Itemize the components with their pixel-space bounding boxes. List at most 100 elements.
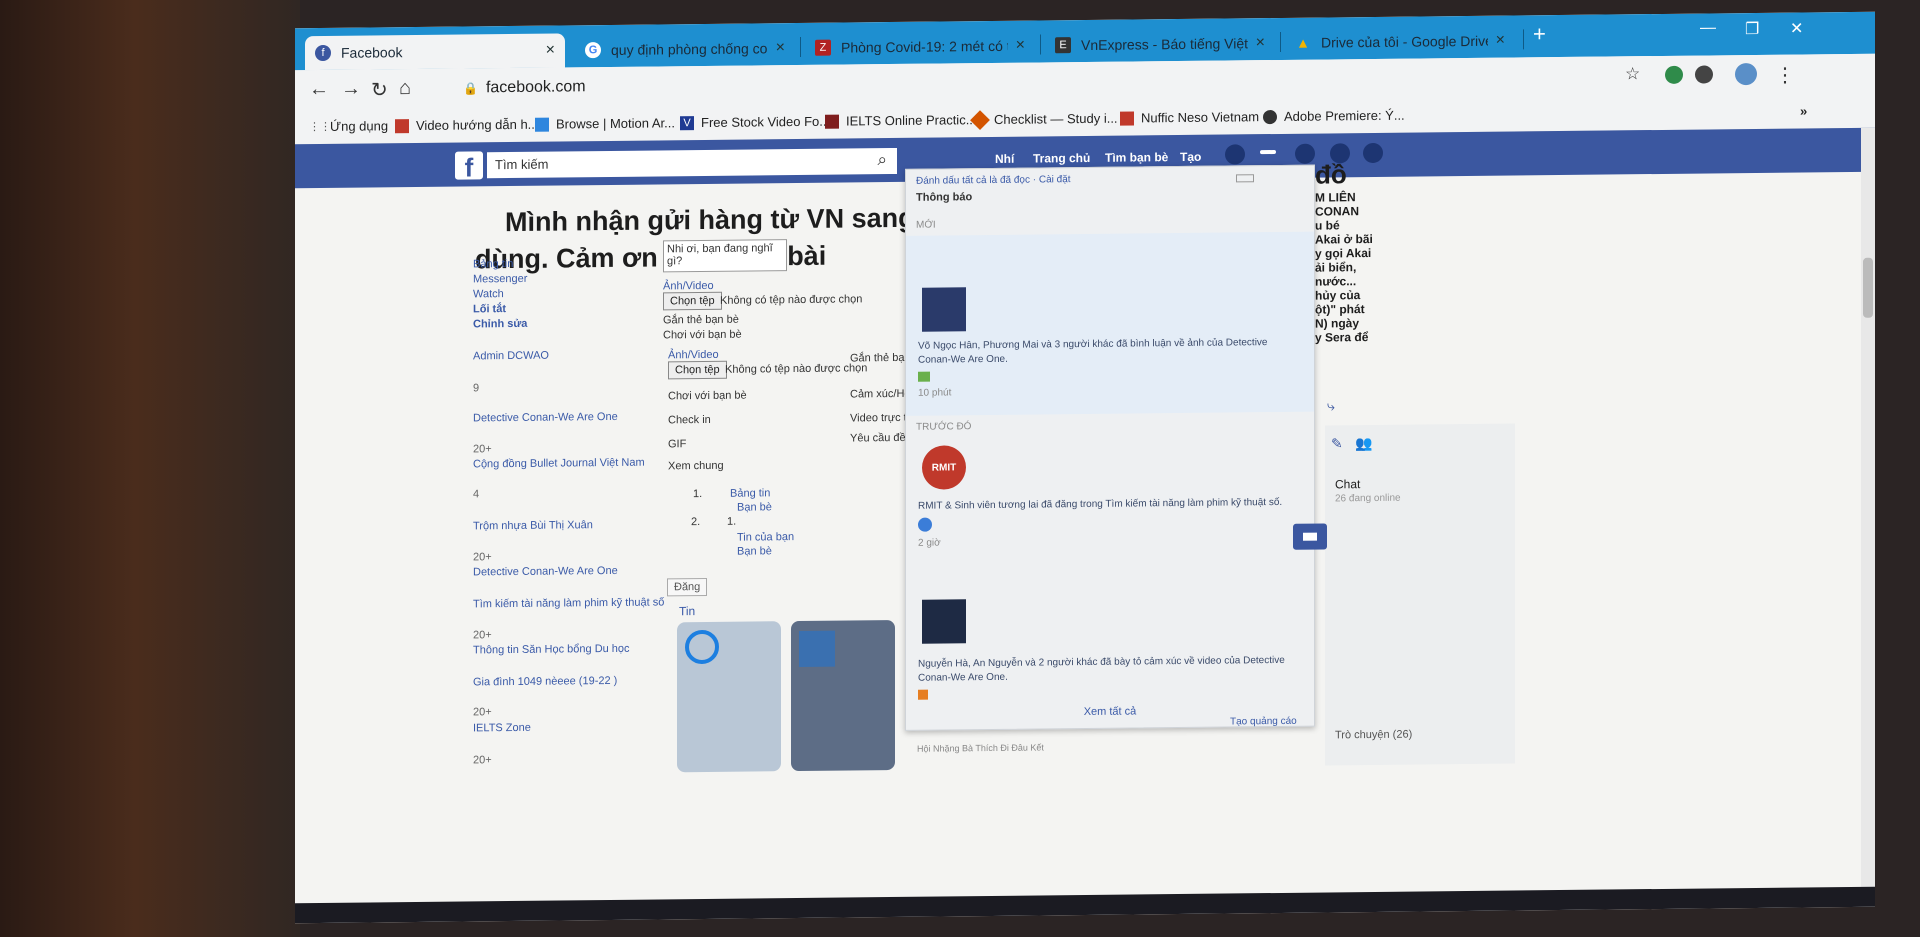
left-nav-edit[interactable]: Chỉnh sửa [473, 318, 527, 331]
feeling-activity-link[interactable]: Cảm xúc/Ho [850, 388, 911, 401]
choose-file-button[interactable]: Chọn tệp [663, 291, 722, 311]
bookmarks-overflow-icon[interactable]: » [1800, 103, 1807, 118]
bookmark-stock-video[interactable]: V Free Stock Video Fo... [680, 114, 830, 131]
notifications-bell-icon[interactable] [1295, 143, 1315, 164]
bookmark-video-guide[interactable]: Video hướng dẫn h... [395, 117, 539, 134]
left-nav-watch[interactable]: Watch [473, 288, 504, 300]
chat-count-label[interactable]: Trò chuyện (26) [1335, 729, 1412, 742]
mark-all-read-link[interactable]: Đánh dấu tất cả là đã đọc · Cài đặt [916, 174, 1071, 187]
nav-create[interactable]: Tạo [1180, 150, 1201, 164]
close-tab-icon[interactable]: × [1016, 37, 1025, 55]
group-link[interactable]: IELTS Zone [473, 722, 531, 735]
home-icon[interactable]: ⌂ [399, 77, 411, 100]
tab-vnexpress[interactable]: E VnExpress - Báo tiếng Việt nh × [1045, 26, 1275, 62]
close-tab-icon[interactable]: × [1496, 32, 1505, 50]
bookmark-label: Video hướng dẫn h... [416, 116, 539, 134]
maximize-icon[interactable]: ❐ [1745, 19, 1759, 39]
bookmark-apps[interactable]: ⋮⋮ Ứng dụng [309, 118, 388, 134]
extension-icon[interactable] [1695, 65, 1713, 84]
group-link[interactable]: Thông tin Săn Học bổng Du học [473, 643, 630, 657]
back-arrow-icon[interactable]: ← [309, 78, 329, 101]
reload-icon[interactable]: ↻ [371, 77, 388, 102]
scrollbar-thumb[interactable] [1863, 257, 1873, 318]
left-nav-messenger[interactable]: Messenger [473, 273, 527, 286]
extension-grammarly-icon[interactable] [1665, 65, 1683, 84]
story-card-create[interactable] [677, 621, 781, 773]
tab-title: Phòng Covid-19: 2 mét có thự [841, 37, 1008, 56]
chat-online-count: 26 đang online [1335, 492, 1401, 505]
earlier-section-label: TRƯỚC ĐÓ [916, 421, 972, 433]
list-link-friends[interactable]: Bạn bè [737, 501, 772, 513]
notification-item[interactable]: Võ Ngọc Hân, Phương Mai và 3 người khác … [906, 231, 1314, 416]
status-composer-input[interactable]: Nhi ơi, bạn đang nghĩ gì? [663, 239, 787, 273]
nuffic-favicon-icon [1120, 110, 1134, 126]
create-ad-link[interactable]: Tạo quảng cáo [1230, 716, 1297, 728]
check-in-link[interactable]: Check in [668, 414, 711, 426]
live-video-link[interactable]: Video trực ti [850, 412, 909, 425]
bookmark-nuffic[interactable]: Nuffic Neso Vietnam [1120, 109, 1259, 125]
group-link[interactable]: Admin DCWAO [473, 350, 549, 363]
choose-file-button[interactable]: Chọn tệp [668, 360, 727, 380]
gif-link[interactable]: GIF [668, 438, 686, 450]
play-with-friends-link[interactable]: Chơi với bạn bè [668, 390, 747, 403]
group-link[interactable]: Tìm kiếm tài năng làm phim kỹ thuật số [473, 596, 664, 610]
group-chat-icon[interactable]: 👥 [1355, 435, 1372, 452]
group-link[interactable]: Detective Conan-We Are One [473, 411, 618, 425]
notification-item[interactable]: RMIT RMIT & Sinh viên tương lai đã đăng … [906, 434, 1314, 558]
play-with-friends-link[interactable]: Chơi với bạn bè [663, 329, 742, 342]
notification-item[interactable]: Nguyễn Hà, An Nguyễn và 2 người khác đã … [906, 576, 1314, 700]
photo-video-link[interactable]: Ảnh/Video [668, 349, 719, 362]
menu-kebab-icon[interactable]: ⋮ [1775, 63, 1795, 88]
nav-profile[interactable]: Nhí [995, 152, 1014, 166]
tag-friends-link[interactable]: Gắn thẻ bạn bè [663, 314, 739, 327]
bookmark-star-icon[interactable]: ☆ [1625, 64, 1640, 84]
search-icon[interactable]: ⌕ [877, 150, 887, 170]
page-scrollbar[interactable] [1861, 127, 1875, 898]
chat-minimized-button[interactable] [1293, 523, 1327, 550]
group-link[interactable]: Detective Conan-We Are One [473, 565, 618, 579]
watch-together-link[interactable]: Xem chung [668, 460, 724, 473]
tag-friends-link[interactable]: Gắn thẻ bạn [850, 352, 911, 365]
close-tab-icon[interactable]: × [1256, 34, 1265, 52]
close-tab-icon[interactable]: × [776, 39, 785, 57]
reaction-icon [918, 689, 928, 700]
bookmark-motion-array[interactable]: Browse | Motion Ar... [535, 115, 675, 132]
list-link-news-feed[interactable]: Bảng tin [730, 487, 770, 499]
nav-find-friends[interactable]: Tìm bạn bè [1105, 150, 1168, 165]
group-count: 20+ [473, 629, 492, 642]
group-link[interactable]: Gia đình 1049 nèeee (19-22 ) [473, 675, 617, 689]
v-favicon-icon: V [680, 115, 694, 130]
minimize-icon[interactable]: — [1700, 19, 1716, 37]
story-avatar [799, 630, 835, 667]
photo-video-link[interactable]: Ảnh/Video [663, 280, 714, 293]
story-card[interactable] [791, 619, 895, 772]
video-favicon-icon [395, 118, 409, 133]
bookmark-checklist[interactable]: Checklist — Study i... [970, 109, 1118, 130]
profile-avatar-icon[interactable] [1735, 62, 1757, 86]
forward-arrow-icon[interactable]: → [341, 78, 361, 101]
tab-google-drive[interactable]: ▲ Drive của tôi - Google Drive × [1285, 23, 1515, 59]
post-button[interactable]: Đăng [667, 577, 708, 597]
tab-google-search[interactable]: G quy định phòng chống corona × [575, 31, 795, 67]
nav-home[interactable]: Trang chủ [1033, 151, 1090, 166]
friend-requests-icon[interactable] [1225, 144, 1245, 165]
group-link[interactable]: Trộm nhựa Bùi Thị Xuân [473, 519, 593, 532]
bookmark-ielts[interactable]: IELTS Online Practic... [825, 112, 977, 129]
group-link[interactable]: Cộng đồng Bullet Journal Việt Nam [473, 457, 645, 471]
tab-zing-news[interactable]: Z Phòng Covid-19: 2 mét có thự × [805, 29, 1035, 65]
list-link-friends[interactable]: Bạn bè [737, 545, 772, 557]
messenger-icon[interactable] [1260, 149, 1276, 155]
bookmark-adobe[interactable]: Adobe Premiere: Ý... [1263, 108, 1405, 124]
window-close-icon[interactable]: ✕ [1790, 18, 1803, 38]
left-nav-news-feed[interactable]: Bảng tin [473, 258, 513, 270]
new-tab-button[interactable]: + [1533, 21, 1546, 47]
list-link-your-story[interactable]: Tin của bạn [737, 531, 794, 544]
compose-icon[interactable]: ✎ [1331, 435, 1343, 452]
close-tab-icon[interactable]: × [546, 42, 555, 60]
collapse-icon[interactable] [1236, 174, 1254, 183]
story-avatar-icon [685, 629, 719, 665]
share-arrow-icon[interactable]: ⤷ [1327, 397, 1335, 414]
tab-facebook[interactable]: f Facebook × [305, 33, 565, 71]
facebook-search-input[interactable]: Tìm kiếm ⌕ [487, 147, 897, 179]
facebook-logo-icon[interactable]: f [455, 151, 483, 182]
